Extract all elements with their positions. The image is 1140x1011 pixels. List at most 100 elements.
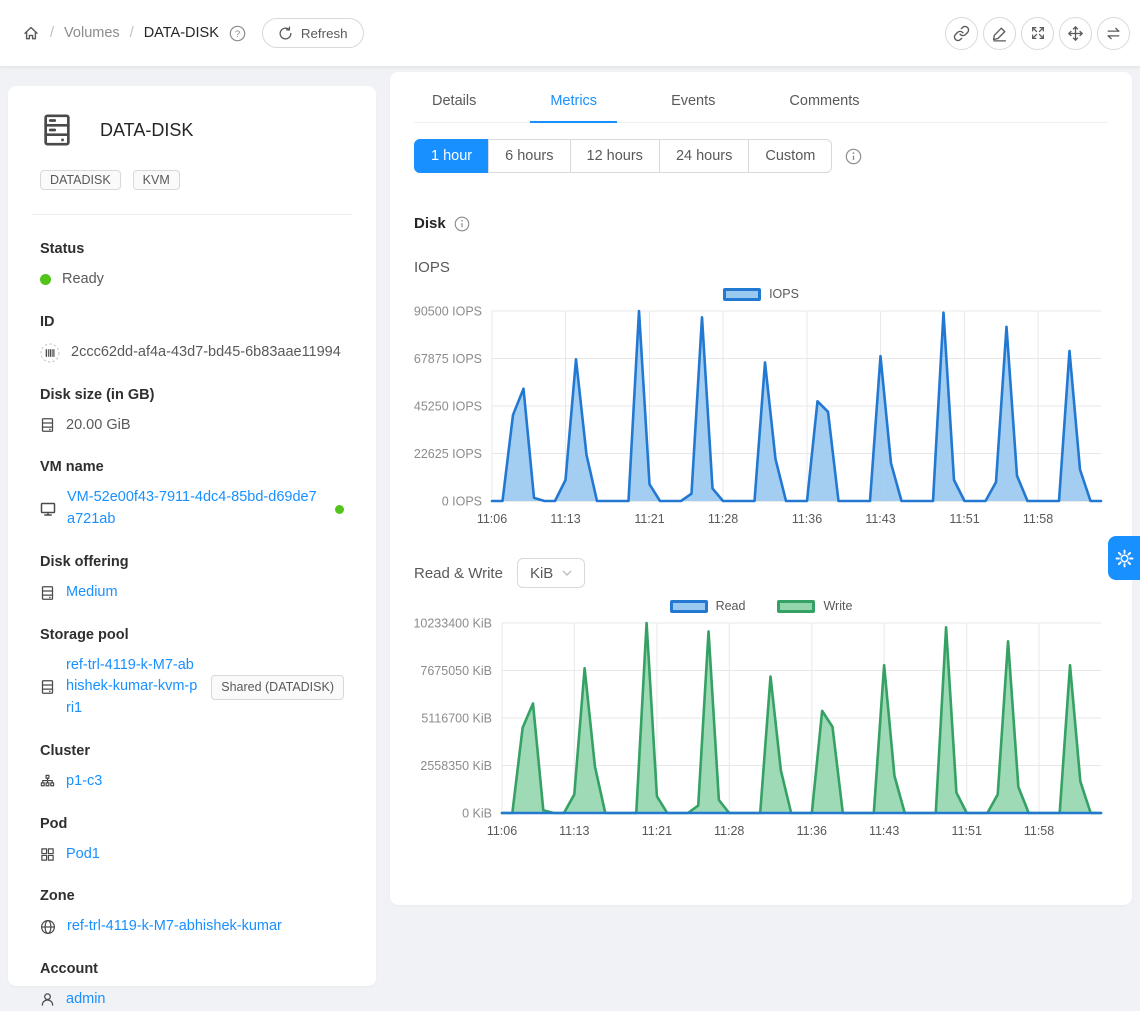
top-header: / Volumes / DATA-DISK ? Refresh [0, 0, 1140, 66]
section-cluster: Cluster p1-c3 [40, 743, 344, 793]
divider [32, 214, 352, 215]
vm-name-link[interactable]: VM-52e00f43-7911-4dc4-85bd-d69de7a721ab [67, 487, 324, 531]
range-custom[interactable]: Custom [748, 139, 832, 173]
tab-events[interactable]: Events [665, 93, 721, 122]
disk-heading-row: Disk [414, 215, 1108, 232]
vm-name-label: VM name [40, 459, 344, 475]
volume-icon [40, 112, 74, 148]
edit-button[interactable] [983, 17, 1016, 50]
range-12-hours[interactable]: 12 hours [570, 139, 660, 173]
tag-datadisk: DATADISK [40, 170, 121, 190]
account-link[interactable]: admin [66, 989, 106, 1011]
range-24-hours[interactable]: 24 hours [659, 139, 749, 173]
legend-label-iops[interactable]: IOPS [769, 287, 799, 301]
resource-title: DATA-DISK [100, 120, 193, 141]
section-id: ID 2ccc62dd-af4a-43d7-bd45-6b83aae11994 [40, 314, 344, 364]
help-icon[interactable]: ? [229, 25, 246, 42]
svg-text:67875 IOPS: 67875 IOPS [414, 352, 482, 366]
svg-text:5116700 KiB: 5116700 KiB [421, 712, 492, 726]
svg-text:11:28: 11:28 [708, 512, 738, 526]
storage-pool-label: Storage pool [40, 627, 344, 643]
svg-text:11:58: 11:58 [1023, 512, 1053, 526]
desktop-icon [40, 501, 56, 517]
disk-size-label: Disk size (in GB) [40, 387, 344, 403]
iops-title: IOPS [414, 259, 450, 276]
rw-title: Read & Write [414, 565, 503, 582]
svg-text:11:36: 11:36 [792, 512, 822, 526]
refresh-label: Refresh [301, 26, 348, 41]
legend-swatch-write[interactable] [777, 600, 815, 613]
cluster-link[interactable]: p1-c3 [66, 771, 102, 793]
svg-text:11:51: 11:51 [949, 512, 979, 526]
section-disk-offering: Disk offering Medium [40, 554, 344, 604]
tab-bar: Details Metrics Events Comments [414, 72, 1108, 123]
breadcrumb-separator: / [50, 25, 54, 41]
svg-text:11:06: 11:06 [477, 512, 507, 526]
tab-metrics[interactable]: Metrics [544, 93, 603, 122]
svg-text:0 KiB: 0 KiB [462, 807, 492, 821]
status-dot [40, 274, 51, 285]
breadcrumb: / Volumes / DATA-DISK ? [22, 24, 246, 42]
pod-link[interactable]: Pod1 [66, 844, 100, 866]
header-actions [945, 17, 1130, 50]
cluster-label: Cluster [40, 743, 344, 759]
range-1-hour[interactable]: 1 hour [414, 139, 489, 173]
refresh-button[interactable]: Refresh [262, 18, 364, 48]
cluster-icon [40, 774, 55, 789]
tab-comments[interactable]: Comments [783, 93, 865, 122]
zone-link[interactable]: ref-trl-4119-k-M7-abhishek-kumar [67, 916, 282, 938]
read-write-chart: 0 KiB2558350 KiB5116700 KiB7675050 KiB10… [414, 613, 1109, 857]
rw-title-row: Read & Write KiB [414, 558, 1108, 588]
section-status: Status Ready [40, 241, 344, 291]
link-button[interactable] [945, 17, 978, 50]
settings-fab[interactable] [1108, 536, 1140, 580]
id-label: ID [40, 314, 344, 330]
tab-details[interactable]: Details [426, 93, 482, 122]
iops-chart: 0 IOPS22625 IOPS45250 IOPS67875 IOPS9050… [414, 301, 1109, 545]
expand-button[interactable] [1021, 17, 1054, 50]
time-range-group: 1 hour 6 hours 12 hours 24 hours Custom [414, 139, 1108, 173]
breadcrumb-volumes-link[interactable]: Volumes [64, 25, 120, 41]
disk-info-icon[interactable] [454, 216, 470, 232]
user-icon [40, 992, 55, 1007]
svg-text:2558350 KiB: 2558350 KiB [420, 759, 492, 773]
svg-text:11:21: 11:21 [642, 824, 672, 838]
iops-title-row: IOPS [414, 259, 1108, 276]
info-icon[interactable] [845, 148, 862, 165]
iops-legend: IOPS [414, 287, 1108, 301]
storage-pool-badge: Shared (DATADISK) [211, 675, 344, 700]
svg-text:11:58: 11:58 [1024, 824, 1054, 838]
move-button[interactable] [1059, 17, 1092, 50]
section-pod: Pod Pod1 [40, 816, 344, 866]
status-label: Status [40, 241, 344, 257]
legend-label-read[interactable]: Read [716, 599, 746, 613]
svg-text:11:13: 11:13 [559, 824, 589, 838]
disk-offering-link[interactable]: Medium [66, 582, 118, 604]
storage-pool-link[interactable]: ref-trl-4119-k-M7-abhishek-kumar-kvm-pri… [66, 655, 200, 720]
disk-size-value: 20.00 GiB [66, 415, 131, 437]
disk-offering-label: Disk offering [40, 554, 344, 570]
storage-pool-icon [40, 679, 55, 695]
svg-text:11:36: 11:36 [797, 824, 827, 838]
gear-icon [1115, 549, 1134, 568]
account-label: Account [40, 961, 344, 977]
reload-icon [278, 26, 293, 41]
svg-text:11:43: 11:43 [869, 824, 899, 838]
svg-text:90500 IOPS: 90500 IOPS [414, 305, 482, 319]
legend-swatch-iops[interactable] [723, 288, 761, 301]
disk-offering-icon [40, 585, 55, 601]
unit-select[interactable]: KiB [517, 558, 585, 588]
svg-text:7675050 KiB: 7675050 KiB [420, 664, 492, 678]
tag-kvm: KVM [133, 170, 180, 190]
section-vm-name: VM name VM-52e00f43-7911-4dc4-85bd-d69de… [40, 459, 344, 531]
svg-text:45250 IOPS: 45250 IOPS [414, 400, 482, 414]
chevron-down-icon [562, 570, 572, 576]
section-zone: Zone ref-trl-4119-k-M7-abhishek-kumar [40, 888, 344, 938]
home-icon[interactable] [22, 24, 40, 42]
range-6-hours[interactable]: 6 hours [488, 139, 570, 173]
legend-swatch-read[interactable] [670, 600, 708, 613]
resource-sidebar: DATA-DISK DATADISK KVM Status Ready ID [8, 86, 376, 986]
svg-text:22625 IOPS: 22625 IOPS [414, 447, 482, 461]
legend-label-write[interactable]: Write [823, 599, 852, 613]
swap-button[interactable] [1097, 17, 1130, 50]
